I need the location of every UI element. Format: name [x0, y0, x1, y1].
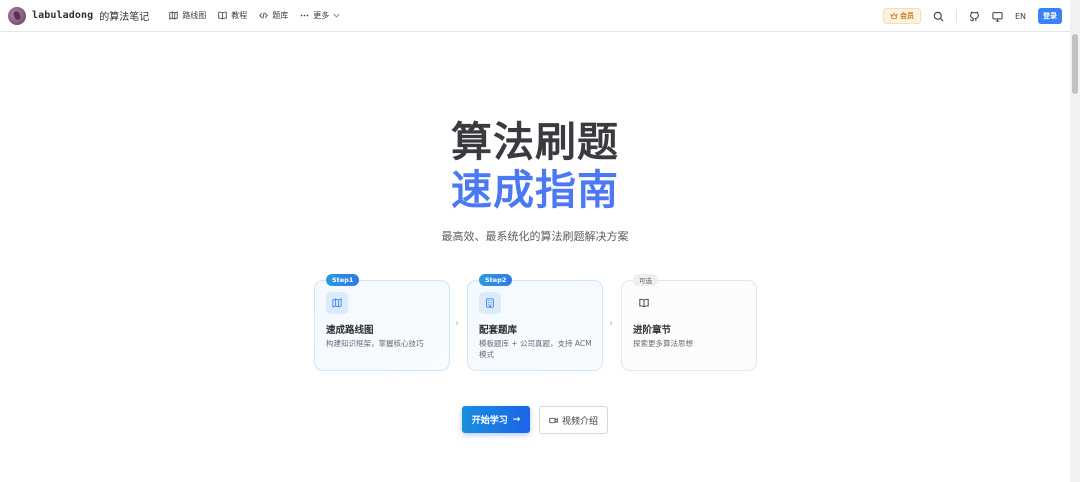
step-icon-wrap: [633, 292, 655, 314]
step-desc: 模板题库 + 公司真题，支持 ACM 模式: [479, 339, 592, 359]
step-icon-wrap: [479, 292, 501, 314]
language-switch[interactable]: EN: [1015, 12, 1026, 21]
code-icon: [259, 12, 269, 19]
display-button[interactable]: [992, 11, 1003, 22]
nav-item-more[interactable]: 更多: [300, 10, 345, 21]
monitor-icon: [992, 11, 1003, 22]
nav-item-tutorial[interactable]: 教程: [218, 10, 247, 21]
hero-title-line1: 算法刷题: [451, 118, 619, 166]
vip-button[interactable]: 会员: [882, 8, 921, 24]
map-icon: [169, 11, 178, 20]
open-book-icon: [639, 298, 649, 308]
nav-item-label: 教程: [231, 11, 248, 20]
more-dots-icon: [300, 14, 309, 17]
crown-icon: [890, 12, 898, 19]
scrollbar-thumb[interactable]: [1072, 34, 1078, 94]
nav-item-label: 更多: [313, 11, 330, 20]
hero-tagline: 最高效、最系统化的算法刷题解决方案: [441, 230, 629, 243]
step-title: 配套题库: [479, 325, 518, 336]
step-card-problems[interactable]: Step2 配套题库 模板题库 + 公司真题，支持 ACM 模式: [467, 274, 603, 371]
login-button[interactable]: 登录: [1038, 8, 1062, 24]
nav-divider: [955, 9, 957, 23]
github-link[interactable]: [969, 11, 980, 22]
video-intro-button[interactable]: 视频介绍: [539, 406, 608, 434]
step-desc: 构建知识框架，掌握核心技巧: [326, 339, 424, 348]
chevron-down-icon: [333, 13, 340, 18]
brand-link[interactable]: labuladong 的算法笔记: [8, 6, 150, 25]
optional-badge: 可选: [633, 274, 658, 286]
book-icon: [218, 11, 227, 20]
search-icon: [933, 11, 944, 21]
start-learning-button[interactable]: 开始学习 →: [462, 406, 530, 433]
hero-title-line2: 速成指南: [0, 166, 1070, 214]
main-menu: 路线图 教程 题库 更多: [169, 10, 357, 21]
nav-item-problems[interactable]: 题库: [259, 10, 288, 21]
step-title: 速成路线图: [326, 325, 374, 336]
nav-actions: 会员 EN 登录: [882, 0, 1062, 32]
page-scrollbar[interactable]: [1070, 0, 1080, 482]
step-card-roadmap[interactable]: Step1 速成路线图 构建知识框架，掌握核心技巧: [314, 274, 450, 371]
brand-name: labuladong: [32, 10, 94, 21]
step-badge: Step2: [479, 274, 513, 286]
step-icon-wrap: [326, 292, 348, 314]
video-intro-label: 视频介绍: [561, 416, 598, 427]
step-title: 进阶章节: [633, 325, 672, 336]
step-badge: Step1: [326, 274, 360, 286]
map-icon: [332, 298, 342, 308]
nav-item-label: 路线图: [182, 11, 207, 20]
hero-title: 算法刷题 速成指南: [0, 118, 1070, 214]
arrow-right-icon: →: [512, 414, 521, 425]
start-learning-label: 开始学习: [471, 416, 508, 426]
search-button[interactable]: [933, 11, 944, 22]
building-icon: [486, 298, 494, 308]
github-icon: [969, 11, 979, 21]
chevron-right-icon: ›: [609, 318, 613, 329]
video-camera-icon: [549, 417, 558, 423]
step-card-advanced[interactable]: 可选 进阶章节 探索更多算法思想: [621, 274, 757, 371]
nav-item-label: 题库: [272, 11, 289, 20]
step-desc: 探索更多算法思想: [633, 339, 693, 348]
avatar: [8, 6, 26, 25]
nav-item-roadmap[interactable]: 路线图: [169, 10, 206, 21]
top-nav: labuladong 的算法笔记 路线图 教程 题库 更多 会员 EN 登录: [0, 0, 1070, 32]
vip-label: 会员: [899, 12, 914, 20]
chevron-right-icon: ›: [455, 318, 459, 329]
brand-subtitle: 的算法笔记: [99, 12, 150, 23]
page: labuladong 的算法笔记 路线图 教程 题库 更多 会员 EN 登录 算…: [0, 0, 1080, 482]
